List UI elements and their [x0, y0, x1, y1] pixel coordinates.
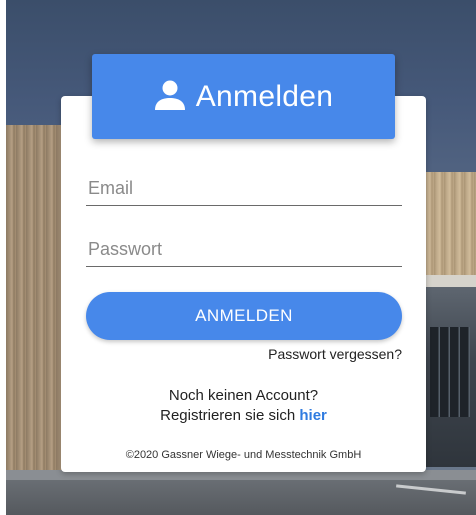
login-header: Anmelden [92, 54, 395, 139]
email-field [86, 171, 406, 206]
forgot-password-link[interactable]: Passwort vergessen? [268, 346, 402, 362]
ground [6, 470, 476, 515]
register-link[interactable]: hier [299, 407, 327, 424]
page-title: Anmelden [195, 79, 334, 113]
register-line: Registrieren sie sich hier [61, 407, 426, 424]
user-icon [154, 80, 185, 110]
building-glass [424, 287, 476, 467]
no-account-text: Noch keinen Account? [168, 387, 319, 404]
email-input[interactable] [86, 171, 406, 205]
copyright-text: ©2020 Gassner Wiege- und Messtechnik Gmb… [125, 449, 362, 461]
wooden-facade-left [6, 125, 68, 495]
register-prompt: Registrieren sie sich [160, 407, 296, 424]
login-screen: Anmelden ANMELDEN Passwort vergessen? No… [0, 0, 476, 515]
login-button[interactable]: ANMELDEN [86, 292, 402, 340]
password-input[interactable] [86, 232, 406, 266]
wooden-facade-right [424, 172, 476, 287]
password-field [86, 232, 406, 267]
